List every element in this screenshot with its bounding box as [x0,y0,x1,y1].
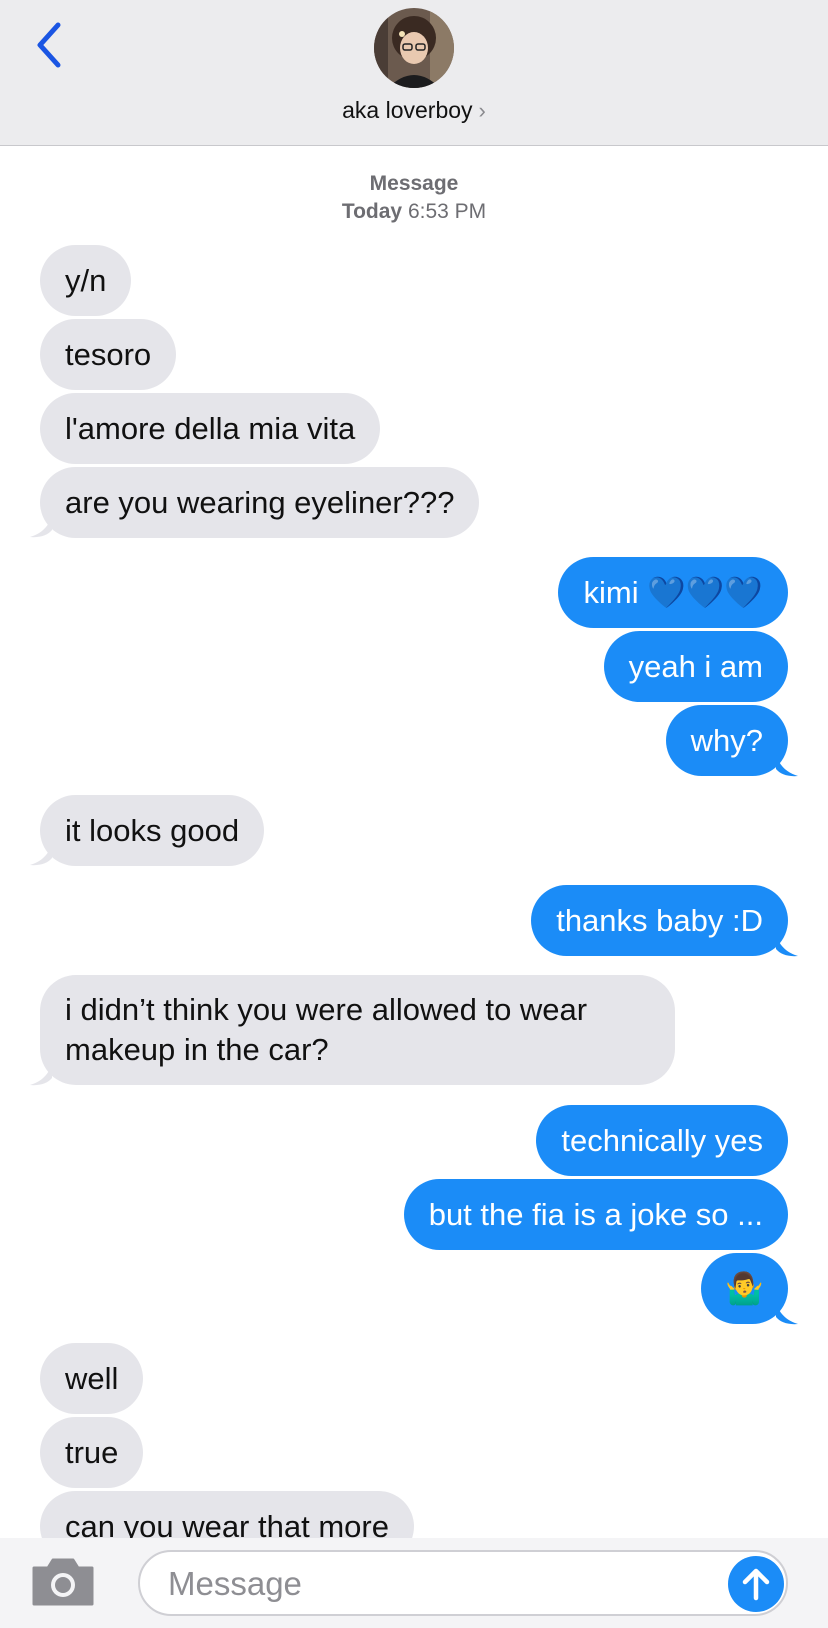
outgoing-emoji-bubble[interactable]: 🤷‍♂️ [701,1253,788,1324]
chevron-left-icon [37,22,61,68]
outgoing-bubble-tail [776,755,798,777]
service-label: Message [369,172,459,195]
contact-name-button[interactable]: aka loverboy › [0,94,828,127]
arrow-up-icon [742,1568,770,1601]
message-composer [0,1538,828,1628]
message-input[interactable] [166,1562,710,1606]
outgoing-bubble-tail [776,935,798,957]
incoming-message-bubble[interactable]: well [40,1343,144,1414]
incoming-message-bubble[interactable]: are you wearing eyeliner??? [40,467,480,538]
timestamp-time: 6:53 PM [407,200,487,223]
conversation-header: aka loverboy › [0,0,828,146]
avatar[interactable] [374,8,454,88]
incoming-bubble-tail [30,516,52,538]
outgoing-message-bubble[interactable]: yeah i am [603,631,788,702]
outgoing-message-bubble[interactable]: but the fia is a joke so ... [403,1179,788,1250]
contact-name: aka loverboy [342,97,473,123]
camera-icon [32,1558,94,1606]
incoming-message-bubble[interactable]: l'amore della mia vita [40,393,381,464]
send-button[interactable] [728,1556,784,1612]
outgoing-message-bubble[interactable]: thanks baby :D [531,885,788,956]
incoming-message-bubble[interactable]: y/n [40,245,132,316]
message-field [138,1550,788,1616]
conversation-timestamp: Message Today 6:53 PM [0,170,828,226]
outgoing-bubble-tail [776,1303,798,1325]
back-button[interactable] [24,10,74,80]
outgoing-message-bubble[interactable]: kimi 💙💙💙 [558,557,788,628]
incoming-message-bubble[interactable]: tesoro [40,319,177,390]
incoming-message-bubble[interactable]: it looks good [40,795,265,866]
outgoing-message-bubble[interactable]: why? [665,705,788,776]
outgoing-message-bubble[interactable]: technically yes [536,1105,788,1176]
incoming-bubble-tail [30,1064,52,1086]
timestamp-day: Today [341,200,403,223]
incoming-bubble-tail [30,844,52,866]
incoming-message-bubble[interactable]: true [40,1417,144,1488]
camera-button[interactable] [30,1556,96,1608]
chevron-right-icon: › [478,98,486,123]
incoming-message-bubble[interactable]: i didn’t think you were allowed to wear … [40,975,675,1085]
